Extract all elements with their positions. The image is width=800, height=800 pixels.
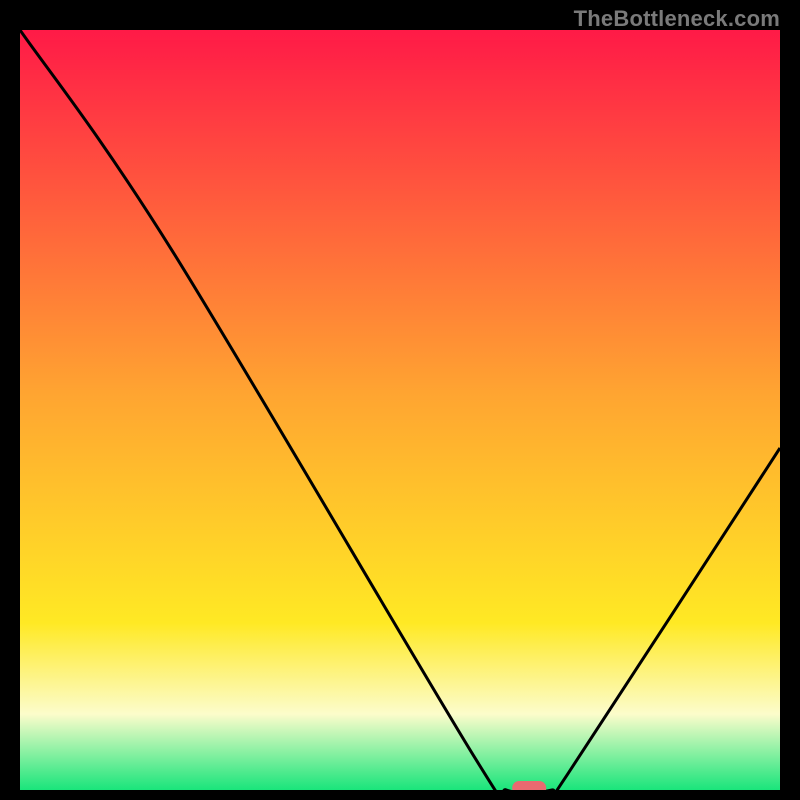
optimum-marker	[512, 781, 546, 790]
bottleneck-chart	[20, 30, 780, 790]
chart-frame	[20, 30, 780, 790]
watermark-text: TheBottleneck.com	[574, 6, 780, 32]
plot-background	[20, 30, 780, 790]
